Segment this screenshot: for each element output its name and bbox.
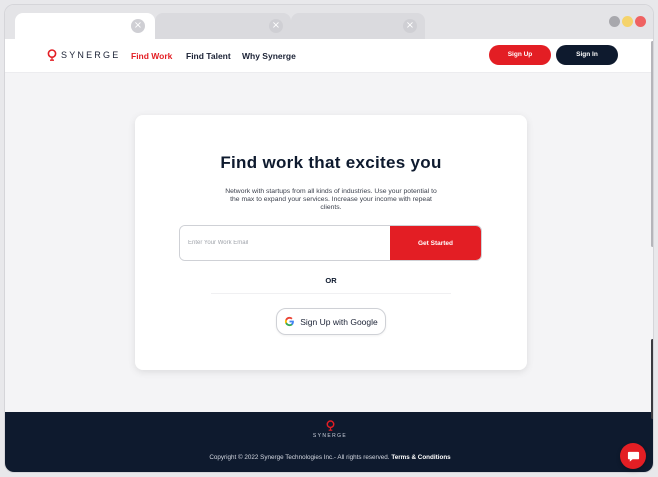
close-icon[interactable]: × — [269, 19, 283, 33]
browser-tab-1[interactable]: × — [15, 13, 155, 39]
tab-strip: × × × — [5, 5, 653, 39]
browser-window: × × × SYNERGE Find Work Find Talent Why … — [4, 4, 654, 473]
page-scrollbar[interactable] — [650, 39, 653, 419]
main-content: Find work that excites you Network with … — [5, 74, 653, 412]
close-icon[interactable]: × — [403, 19, 417, 33]
site-logo[interactable]: SYNERGE — [47, 49, 120, 61]
divider — [211, 293, 451, 294]
nav-link-find-talent[interactable]: Find Talent — [186, 51, 231, 61]
scrollbar-thumb[interactable] — [651, 41, 653, 247]
footer-logo: SYNERGE — [5, 420, 653, 439]
window-minimize-button[interactable] — [609, 16, 620, 27]
sign-in-button[interactable]: Sign In — [556, 45, 618, 65]
get-started-button[interactable]: Get Started — [390, 226, 481, 260]
google-signup-button[interactable]: Sign Up with Google — [276, 308, 386, 335]
scrollbar-track-segment — [651, 339, 653, 419]
copyright-text: Copyright © 2022 Synerge Technologies In… — [5, 454, 653, 461]
sign-up-button[interactable]: Sign Up — [489, 45, 551, 65]
chat-icon — [627, 451, 639, 462]
synerge-logo-icon — [47, 49, 57, 61]
nav-link-why-synerge[interactable]: Why Synerge — [242, 51, 296, 61]
close-icon[interactable]: × — [131, 19, 145, 33]
email-signup-form: Get Started — [179, 225, 482, 261]
hero-subtext: Network with startups from all kinds of … — [225, 188, 437, 211]
or-separator-label: OR — [325, 276, 337, 285]
window-maximize-button[interactable] — [622, 16, 633, 27]
footer-logo-text: SYNERGE — [312, 433, 348, 439]
hero-heading: Find work that excites you — [220, 153, 442, 172]
window-close-button[interactable] — [635, 16, 646, 27]
work-email-input[interactable] — [180, 226, 390, 260]
synerge-logo-icon — [326, 420, 334, 431]
nav-link-find-work[interactable]: Find Work — [131, 51, 172, 61]
browser-tab-3[interactable]: × — [291, 13, 425, 39]
terms-conditions-link[interactable]: Terms & Conditions — [391, 454, 450, 461]
google-signup-label: Sign Up with Google — [300, 316, 378, 327]
logo-text: SYNERGE — [61, 50, 121, 60]
chat-button[interactable] — [620, 443, 646, 469]
signup-card: Find work that excites you Network with … — [135, 115, 527, 370]
site-navbar: SYNERGE Find Work Find Talent Why Synerg… — [5, 39, 653, 73]
copyright-label: Copyright © 2022 Synerge Technologies In… — [209, 454, 390, 461]
google-icon — [285, 316, 295, 327]
browser-tab-2[interactable]: × — [155, 13, 291, 39]
site-footer: SYNERGE Copyright © 2022 Synerge Technol… — [5, 412, 653, 472]
